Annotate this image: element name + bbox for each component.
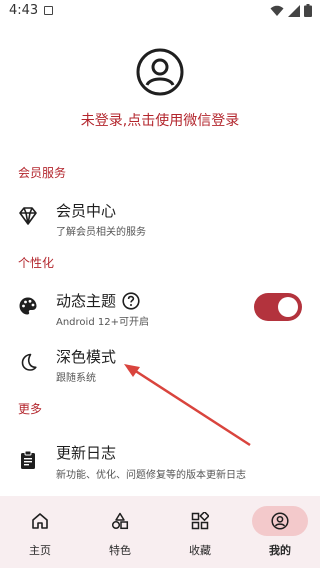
person-icon bbox=[271, 512, 289, 530]
dynamic-theme-item[interactable]: 动态主题 Android 12+可开启 bbox=[0, 286, 320, 330]
changelog-item[interactable]: 更新日志 新功能、优化、问题修复等的版本更新日志 bbox=[0, 440, 320, 484]
profile-section[interactable]: 未登录,点击使用微信登录 bbox=[0, 48, 320, 130]
diamond-icon bbox=[19, 207, 37, 225]
section-title-member: 会员服务 bbox=[18, 166, 67, 180]
home-icon bbox=[32, 513, 48, 529]
item-subtitle: 跟随系统 bbox=[56, 373, 96, 384]
nav-icon-wrap-active bbox=[252, 506, 308, 536]
item-subtitle: 了解会员相关的服务 bbox=[56, 227, 146, 238]
item-subtitle: 新功能、优化、问题修复等的版本更新日志 bbox=[56, 470, 246, 481]
nav-item-featured[interactable]: 特色 bbox=[80, 496, 160, 568]
nav-icon-wrap bbox=[92, 506, 148, 536]
battery-icon bbox=[304, 4, 312, 17]
item-title-row: 动态主题 bbox=[56, 290, 140, 311]
status-icons bbox=[270, 4, 312, 17]
moon-icon bbox=[21, 353, 37, 371]
nav-label: 收藏 bbox=[189, 544, 211, 557]
dark-mode-item[interactable]: 深色模式 跟随系统 bbox=[0, 342, 320, 386]
shapes-icon bbox=[111, 512, 129, 530]
toggle-knob bbox=[278, 297, 298, 317]
item-title: 动态主题 bbox=[56, 292, 117, 310]
status-time: 4:43 bbox=[9, 3, 39, 18]
nav-label: 特色 bbox=[109, 544, 131, 557]
wechat-login-link[interactable]: 未登录,点击使用微信登录 bbox=[0, 110, 320, 130]
section-title-more: 更多 bbox=[18, 402, 43, 416]
bottom-nav: 主页 特色 收藏 我的 bbox=[0, 496, 320, 568]
nav-item-home[interactable]: 主页 bbox=[0, 496, 80, 568]
item-subtitle: Android 12+可开启 bbox=[56, 317, 149, 328]
member-center-item[interactable]: 会员中心 了解会员相关的服务 bbox=[0, 196, 320, 240]
item-title: 会员中心 bbox=[56, 202, 117, 220]
nav-icon-wrap bbox=[172, 506, 228, 536]
palette-icon bbox=[19, 297, 37, 315]
nav-item-mine[interactable]: 我的 bbox=[240, 496, 320, 568]
clipboard-icon bbox=[21, 450, 35, 469]
section-title-personal: 个性化 bbox=[18, 256, 55, 270]
dynamic-theme-toggle[interactable] bbox=[254, 293, 302, 321]
avatar-icon[interactable] bbox=[136, 48, 184, 96]
image-notification-icon bbox=[44, 6, 53, 15]
item-title: 深色模式 bbox=[56, 348, 117, 366]
item-title: 更新日志 bbox=[56, 444, 117, 462]
nav-icon-wrap bbox=[12, 506, 68, 536]
nav-item-favorites[interactable]: 收藏 bbox=[160, 496, 240, 568]
nav-label: 我的 bbox=[269, 544, 291, 557]
grid-icon bbox=[191, 512, 209, 530]
wifi-icon bbox=[270, 5, 284, 16]
status-bar: 4:43 bbox=[0, 0, 320, 24]
nav-label: 主页 bbox=[29, 544, 51, 557]
help-icon[interactable] bbox=[122, 291, 140, 310]
cellular-signal-icon bbox=[288, 4, 300, 17]
